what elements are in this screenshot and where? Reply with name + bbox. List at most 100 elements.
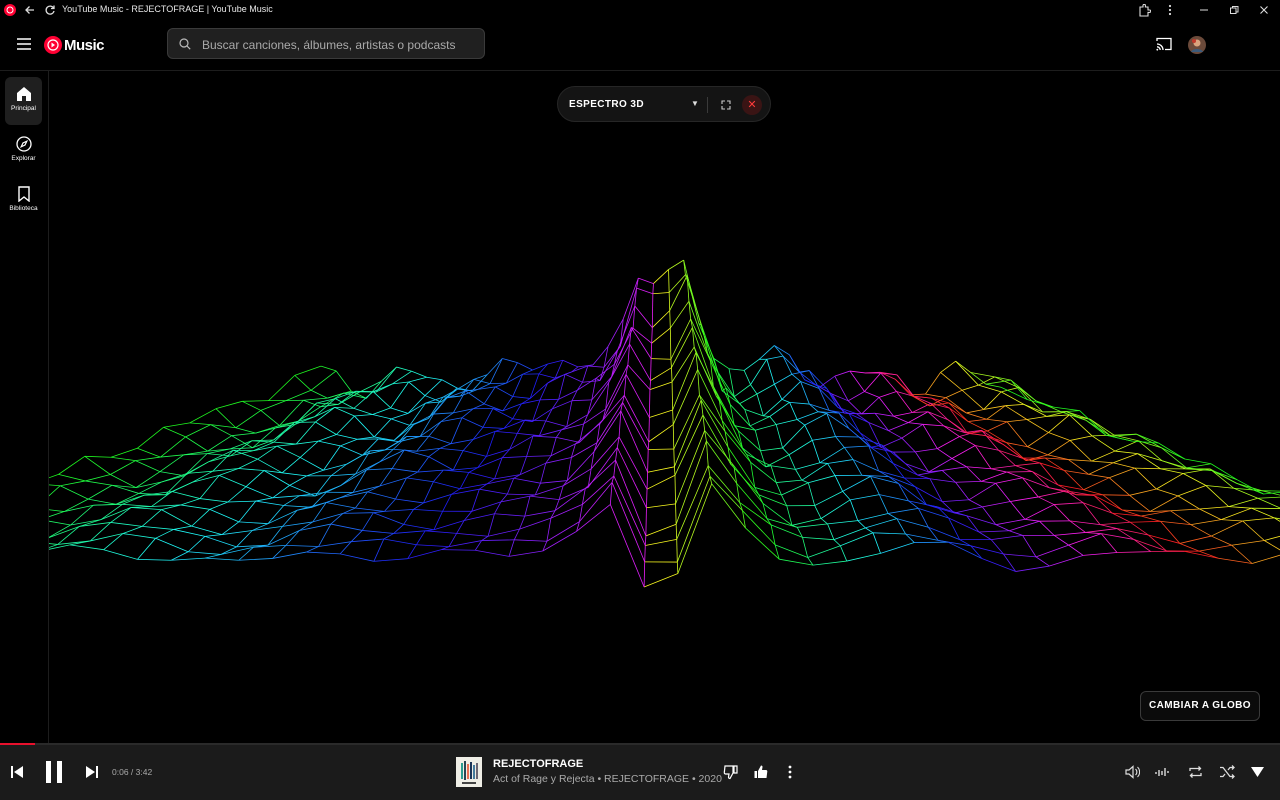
mesh-line — [648, 389, 651, 418]
mesh-line — [650, 358, 652, 381]
close-visualizer-button[interactable]: ✕ — [742, 95, 762, 115]
back-arrow-icon[interactable] — [24, 4, 36, 16]
mesh-line — [318, 434, 337, 442]
mesh-line — [1251, 507, 1275, 519]
mesh-line — [801, 463, 828, 481]
mesh-line — [967, 432, 986, 437]
more-options-icon[interactable] — [785, 764, 795, 780]
mesh-line — [1083, 477, 1110, 491]
mesh-line — [49, 520, 71, 526]
mesh-line — [300, 457, 324, 471]
album-art[interactable] — [456, 757, 482, 787]
mesh-line — [452, 390, 466, 414]
mesh-line — [433, 481, 461, 490]
mesh-line — [819, 375, 836, 388]
mesh-line — [558, 374, 566, 400]
mesh-line — [982, 501, 1011, 508]
reload-icon[interactable] — [44, 4, 56, 16]
previous-track-icon[interactable] — [10, 765, 24, 779]
thumbs-up-icon[interactable] — [753, 764, 769, 780]
mesh-line — [494, 457, 503, 479]
mesh-line — [812, 436, 836, 441]
mesh-line — [163, 426, 186, 438]
visualizer-mode-select[interactable]: ESPECTRO 3D — [569, 99, 644, 110]
close-window-button[interactable] — [1256, 2, 1272, 18]
mesh-line — [417, 469, 444, 473]
mesh-line — [1100, 533, 1118, 553]
mesh-line — [276, 445, 301, 458]
mesh-line — [135, 456, 161, 462]
mesh-line — [765, 465, 772, 468]
cast-icon[interactable] — [1156, 37, 1172, 51]
youtube-music-logo[interactable]: Music — [44, 35, 105, 55]
mesh-line — [955, 482, 970, 501]
mesh-line — [60, 480, 86, 487]
mesh-line — [995, 518, 1025, 526]
mesh-line — [1009, 501, 1026, 520]
mesh-line — [375, 366, 397, 393]
pause-icon[interactable] — [44, 760, 64, 784]
mesh-line — [1007, 419, 1027, 423]
audio-visualizer-icon[interactable] — [1155, 765, 1171, 779]
expand-player-icon[interactable] — [1251, 767, 1264, 777]
mesh-line — [260, 400, 287, 411]
mesh-line — [1039, 520, 1055, 536]
mesh-line — [416, 436, 430, 452]
sidebar-item-explorar[interactable]: Explorar — [5, 127, 42, 175]
mesh-line — [838, 412, 861, 433]
mesh-line — [396, 366, 412, 372]
sidebar-item-principal[interactable]: Principal — [5, 77, 42, 125]
mesh-line — [959, 436, 976, 446]
mesh-line — [209, 501, 229, 510]
shuffle-icon[interactable] — [1219, 764, 1236, 780]
mesh-line — [144, 494, 166, 496]
mesh-line — [306, 469, 324, 477]
mesh-line — [361, 512, 374, 531]
mesh-line — [334, 407, 355, 417]
fullscreen-icon[interactable] — [718, 97, 734, 113]
mesh-line — [93, 503, 117, 506]
mesh-line — [58, 473, 86, 482]
mesh-line — [844, 412, 857, 415]
search-placeholder: Buscar canciones, álbumes, artistas o po… — [202, 38, 456, 52]
mesh-line — [908, 411, 929, 423]
song-meta[interactable]: Act of Rage y Rejecta • REJECTOFRAGE • 2… — [493, 773, 722, 785]
mesh-line — [1091, 435, 1116, 452]
minimize-button[interactable] — [1196, 2, 1212, 18]
mesh-line — [779, 558, 814, 566]
window-menu-button[interactable] — [1162, 2, 1178, 18]
avatar[interactable] — [1188, 36, 1206, 54]
mesh-line — [864, 391, 880, 398]
mesh-line — [966, 412, 987, 420]
dropdown-arrow-icon[interactable]: ▼ — [691, 99, 699, 108]
close-icon — [1260, 6, 1268, 14]
mesh-line — [352, 469, 367, 493]
mesh-line — [359, 380, 382, 393]
mesh-line — [849, 370, 866, 374]
mesh-line — [330, 473, 356, 477]
mesh-line — [448, 533, 457, 547]
mesh-line — [428, 456, 454, 471]
mesh-line — [468, 471, 495, 480]
volume-icon[interactable] — [1124, 764, 1140, 780]
mesh-line — [811, 440, 821, 463]
hamburger-menu-icon[interactable] — [17, 38, 31, 50]
song-title[interactable]: REJECTOFRAGE — [493, 758, 583, 770]
mesh-line — [948, 517, 980, 533]
mesh-line — [1039, 462, 1065, 471]
mesh-line — [441, 549, 476, 551]
repeat-icon[interactable] — [1187, 764, 1204, 780]
mesh-line — [770, 524, 803, 538]
thumbs-down-icon[interactable] — [723, 764, 739, 780]
extensions-button[interactable] — [1136, 2, 1152, 18]
mesh-line — [492, 408, 513, 420]
next-track-icon[interactable] — [85, 765, 99, 779]
restore-button[interactable] — [1226, 2, 1242, 18]
mesh-line — [474, 540, 482, 551]
sidebar-item-biblioteca[interactable]: Biblioteca — [5, 177, 42, 225]
search-input[interactable]: Buscar canciones, álbumes, artistas o po… — [167, 28, 485, 59]
mesh-line — [411, 370, 427, 378]
switch-to-globe-button[interactable]: CAMBIAR A GLOBO — [1140, 691, 1260, 721]
sidebar-item-label: Explorar — [11, 155, 36, 162]
mesh-line — [1024, 504, 1055, 520]
